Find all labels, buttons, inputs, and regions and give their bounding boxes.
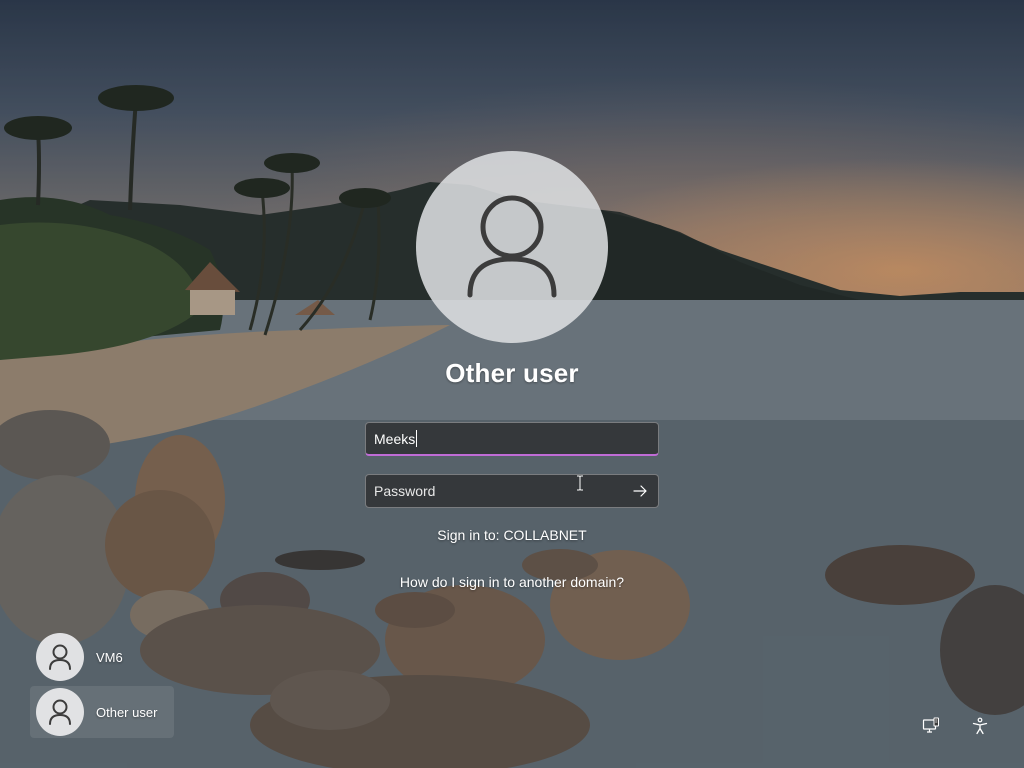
text-caret bbox=[416, 430, 418, 447]
user-list-label: Other user bbox=[96, 704, 158, 720]
user-avatar-small bbox=[36, 688, 84, 736]
password-placeholder: Password bbox=[374, 483, 436, 499]
user-list-label: VM6 bbox=[96, 649, 123, 665]
username-input[interactable]: Meeks bbox=[365, 422, 659, 456]
arrow-right-icon bbox=[633, 485, 647, 497]
accessibility-icon bbox=[972, 717, 988, 735]
user-title: Other user bbox=[445, 358, 579, 388]
accessibility-button[interactable] bbox=[966, 712, 994, 740]
network-icon bbox=[922, 717, 939, 733]
user-list-item-other-user[interactable]: Other user bbox=[30, 686, 174, 738]
other-domain-link[interactable]: How do I sign in to another domain? bbox=[312, 574, 712, 590]
person-icon bbox=[467, 195, 557, 298]
username-value: Meeks bbox=[374, 430, 416, 447]
network-button[interactable] bbox=[917, 712, 945, 740]
person-icon bbox=[49, 644, 71, 670]
lock-screen: Other user Meeks Password Sign in to: CO… bbox=[0, 0, 1024, 768]
submit-arrow-button[interactable] bbox=[628, 479, 652, 503]
user-list-item-vm6[interactable]: VM6 bbox=[30, 631, 174, 683]
user-avatar-small bbox=[36, 633, 84, 681]
person-icon bbox=[49, 699, 71, 725]
user-avatar-large bbox=[416, 151, 608, 343]
sign-in-domain-text: Sign in to: COLLABNET bbox=[437, 527, 587, 543]
password-input[interactable]: Password bbox=[365, 474, 659, 508]
ibeam-cursor-icon bbox=[577, 475, 583, 491]
